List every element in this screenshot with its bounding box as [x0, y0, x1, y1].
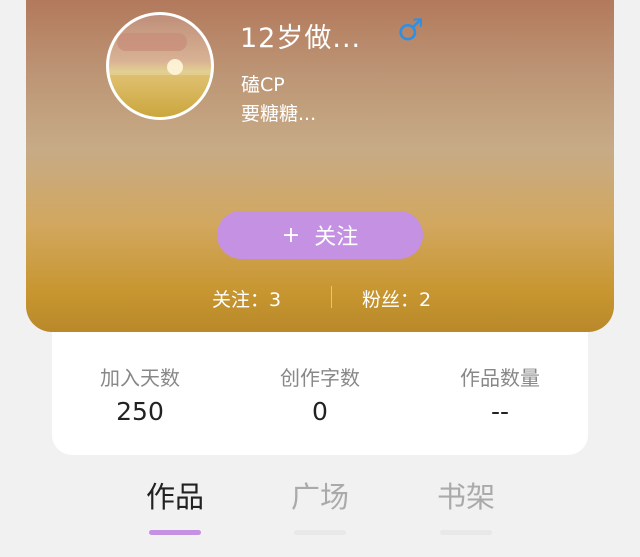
- avatar[interactable]: [106, 12, 214, 120]
- tab-square[interactable]: 广场: [260, 474, 380, 535]
- tab-label: 广场: [290, 480, 349, 514]
- follow-button-label: 关注: [314, 225, 359, 250]
- tab-indicator: [440, 530, 492, 535]
- plus-icon: +: [281, 222, 301, 248]
- stats-divider: [331, 286, 332, 308]
- tab-bookshelf[interactable]: 书架: [406, 474, 526, 535]
- male-gender-icon: ♂: [397, 13, 424, 48]
- tab-indicator: [294, 530, 346, 535]
- stat-value: 0: [312, 397, 328, 426]
- avatar-field: [109, 75, 211, 117]
- following-count[interactable]: 关注：3: [212, 285, 281, 312]
- tab-bar: 作品 广场 书架: [0, 474, 640, 544]
- profile-tag-1: 磕CP: [241, 74, 285, 96]
- avatar-cloud: [117, 33, 187, 51]
- stat-word-count: 创作字数 0: [240, 362, 400, 426]
- username: 12岁做...: [240, 23, 362, 54]
- fans-count[interactable]: 粉丝：2: [362, 285, 431, 312]
- stat-label: 加入天数: [100, 366, 180, 390]
- stat-label: 创作字数: [280, 366, 360, 390]
- stat-join-days: 加入天数 250: [60, 362, 220, 426]
- stat-label: 作品数量: [460, 366, 540, 390]
- tab-label: 书架: [436, 480, 495, 514]
- stat-value: --: [490, 397, 510, 426]
- tab-works[interactable]: 作品: [115, 474, 235, 535]
- profile-tag-2: 要糖糖...: [241, 103, 317, 125]
- stat-value: 250: [116, 397, 164, 426]
- tab-label: 作品: [145, 480, 204, 514]
- stats-card: 加入天数 250 创作字数 0 作品数量 --: [52, 332, 588, 455]
- tab-indicator: [149, 530, 201, 535]
- follow-button[interactable]: + 关注: [217, 211, 423, 259]
- avatar-sun: [167, 59, 183, 75]
- stat-works-count: 作品数量 --: [420, 362, 580, 426]
